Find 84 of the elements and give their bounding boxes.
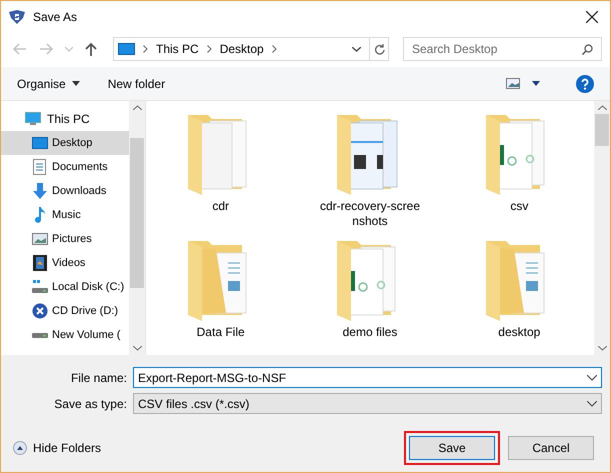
sidebar-label: Local Disk (C:) [52, 280, 124, 295]
window-title: Save As [33, 9, 78, 26]
sidebar-item[interactable]: Documents [1, 155, 129, 179]
caret-icon [72, 81, 80, 86]
folder-item[interactable]: desktop [444, 239, 594, 361]
sidebar-item[interactable]: New Volume ( [1, 323, 129, 347]
film-strip-icon [32, 255, 46, 271]
music-note-icon [34, 207, 46, 223]
search-icon[interactable] [582, 44, 593, 54]
sidebar-label: Downloads [52, 184, 106, 199]
selected-option: CSV files .csv (*.csv) [138, 394, 587, 412]
file-type-dropdown[interactable]: CSV files .csv (*.csv) [133, 393, 602, 414]
chevron-down-icon[interactable] [598, 346, 606, 351]
hide-folders-button[interactable]: Hide Folders [13, 439, 102, 457]
chevron-right-icon[interactable] [143, 45, 148, 53]
help-icon[interactable] [576, 74, 594, 92]
sidebar-item[interactable]: Music [1, 203, 129, 227]
dialog-button[interactable]: Cancel [508, 436, 594, 460]
sidebar-label: New Volume ( [52, 328, 120, 343]
organise-menu-button[interactable]: Organise [17, 74, 80, 92]
up-arrow-icon[interactable] [85, 42, 97, 56]
breadcrumb[interactable]: This PC [156, 40, 199, 58]
refresh-icon[interactable] [374, 43, 384, 55]
sidebar-label: Documents [52, 160, 108, 175]
content-scrollbar[interactable] [594, 101, 610, 355]
folder-item[interactable]: csv [444, 113, 594, 235]
sidebar-item[interactable]: CD Drive (D:) [1, 299, 129, 323]
chevron-down-icon[interactable] [132, 346, 142, 351]
chevron-up-circle-icon [13, 441, 27, 455]
sidebar-label: Desktop [52, 136, 92, 151]
sidebar-label: Videos [52, 256, 86, 271]
picture-icon [32, 233, 48, 245]
sidebar-label: Pictures [52, 232, 92, 247]
chevron-down-icon[interactable] [352, 46, 361, 52]
folder-item[interactable]: demo files [295, 239, 445, 361]
new-folder-button[interactable]: New folder [108, 74, 166, 92]
sidebar-item[interactable]: Pictures [1, 227, 129, 251]
sidebar-scrollbar[interactable] [129, 101, 145, 355]
picture-icon[interactable] [506, 78, 520, 89]
dialog-button[interactable]: Save [409, 436, 495, 460]
file-name-field[interactable]: Export-Report-MSG-to-NSF [133, 367, 602, 388]
cross-circle-icon [32, 303, 48, 319]
field-label: File name: [70, 370, 127, 386]
folder-item[interactable]: cdr-recovery-scree nshots [295, 113, 445, 235]
caret-icon[interactable] [532, 81, 540, 86]
shield-logo-icon [9, 10, 25, 24]
folder-item[interactable]: cdr [146, 113, 296, 235]
folder-name: cdr [211, 199, 230, 214]
sidebar-label: Music [52, 208, 81, 223]
field-value: Export-Report-MSG-to-NSF [138, 370, 288, 386]
desktop-screen-icon [118, 43, 135, 55]
folder-name: cdr-recovery-scree nshots [318, 199, 421, 229]
sidebar-item[interactable]: Downloads [1, 179, 129, 203]
sidebar-label: CD Drive (D:) [52, 304, 118, 319]
chevron-down-icon[interactable] [587, 374, 597, 380]
folder-name: Data File [196, 325, 246, 340]
down-arrow-icon [32, 183, 48, 199]
sidebar-item[interactable]: Local Disk (C:) [1, 275, 129, 299]
sidebar-item[interactable]: Desktop [1, 131, 129, 155]
document-icon [33, 159, 46, 175]
sidebar-label: This PC [47, 111, 90, 128]
chevron-down-icon[interactable] [587, 400, 597, 406]
chevron-up-icon[interactable] [598, 105, 606, 110]
sidebar-item[interactable]: Videos [1, 251, 129, 275]
field-label: Save as type: [53, 396, 127, 412]
chevron-right-icon[interactable] [272, 45, 277, 53]
sidebar-item[interactable]: This PC [1, 107, 129, 131]
address-bar[interactable]: This PC Desktop [113, 37, 389, 61]
hard-drive-icon [32, 331, 48, 339]
folder-name: csv [509, 199, 530, 214]
scroll-thumb[interactable] [595, 114, 609, 146]
chevron-right-icon[interactable] [206, 45, 212, 53]
chevron-up-icon[interactable] [132, 105, 142, 110]
folder-name: demo files [342, 325, 398, 340]
desktop-screen-icon [32, 137, 48, 149]
close-icon[interactable] [586, 11, 598, 23]
search-field[interactable]: Search Desktop [403, 37, 602, 61]
monitor-icon [25, 112, 41, 126]
folder-item[interactable]: Data File [146, 239, 296, 361]
hard-drive-icon [32, 280, 48, 294]
folder-name: desktop [497, 325, 542, 340]
scroll-thumb[interactable] [130, 138, 144, 288]
breadcrumb[interactable]: Desktop [220, 40, 264, 58]
search-input[interactable]: Search Desktop [412, 40, 582, 58]
